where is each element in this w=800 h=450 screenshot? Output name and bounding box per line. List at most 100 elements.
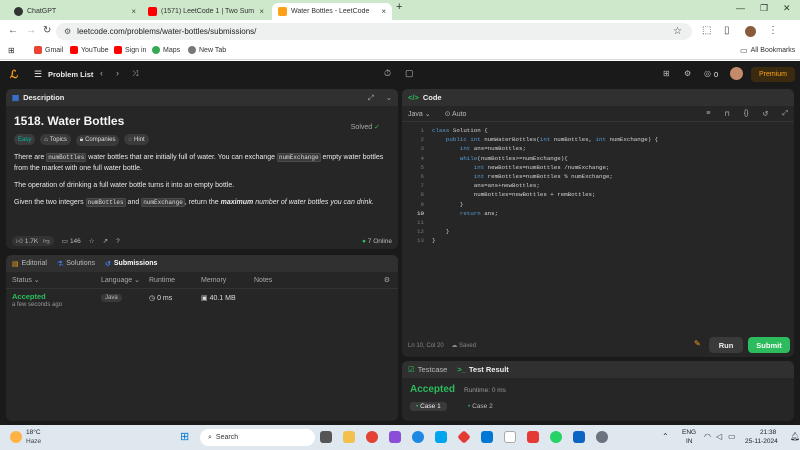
hint-chip[interactable]: ◌ Hint (124, 134, 149, 145)
bookmark-icon[interactable]: ⊓ (724, 110, 729, 118)
clock-time[interactable]: 21:38 (760, 429, 776, 436)
auto-toggle[interactable]: ⊙ Auto (445, 110, 467, 118)
sidebar-icon[interactable]: ▯ (724, 25, 730, 36)
bookmark-star-icon[interactable]: ☆ (673, 26, 682, 37)
reload-icon[interactable]: ↻ (43, 25, 51, 36)
minimize-icon[interactable]: — (736, 3, 745, 13)
all-bookmarks[interactable]: ▭ All Bookmarks (740, 46, 795, 55)
topics-chip[interactable]: ⌂ Topics (40, 134, 71, 145)
tab-code[interactable]: Code (423, 93, 442, 102)
chrome-menu-icon[interactable]: ⋮ (768, 25, 778, 36)
volume-icon[interactable]: ◁ (716, 432, 722, 441)
url-omnibox[interactable]: ⚙ leetcode.com/problems/water-bottles/su… (56, 23, 692, 40)
tab-solutions[interactable]: ⚗ Solutions (57, 260, 95, 268)
fullscreen-icon[interactable]: ⤢ (782, 110, 788, 118)
shuffle-icon[interactable]: ⤨ (132, 69, 138, 79)
wifi-icon[interactable]: ◠ (704, 432, 711, 441)
prev-problem-icon[interactable]: ‹ (100, 68, 103, 78)
problem-title[interactable]: 1518. Water Bottles (14, 114, 390, 128)
settings-gear-icon[interactable]: ⚙ (384, 276, 390, 284)
battery-icon[interactable]: ▭ (728, 432, 736, 441)
browser-tab-leetcode[interactable]: Water Bottles - LeetCode × (272, 3, 392, 20)
thumbs-down-icon[interactable]: 👎︎ (43, 237, 50, 245)
notes-icon[interactable]: ▢ (405, 68, 414, 79)
bookmark-gmail[interactable]: Gmail (34, 46, 63, 54)
whatsapp-icon[interactable] (550, 431, 562, 443)
companies-chip[interactable]: 🔒︎ Companies (75, 134, 120, 146)
apps-icon[interactable]: ⊞ (8, 46, 15, 55)
vscode-icon[interactable] (481, 431, 493, 443)
weather-icon[interactable] (10, 431, 22, 443)
copilot-icon[interactable] (389, 431, 401, 443)
bookmark-newtab[interactable]: New Tab (188, 46, 226, 54)
code-editor[interactable]: 1 class Solution {2 public int numWaterBo… (402, 123, 794, 357)
run-button[interactable]: Run (709, 337, 743, 353)
help-icon[interactable]: ? (116, 238, 120, 245)
profile-avatar[interactable] (745, 26, 756, 37)
submit-button[interactable]: Submit (748, 337, 790, 353)
premium-button[interactable]: Premium (751, 67, 795, 82)
close-window-icon[interactable]: ✕ (783, 3, 791, 14)
all-bookmarks-label: All Bookmarks (750, 47, 796, 54)
edge-icon[interactable] (412, 431, 424, 443)
tab-test-result[interactable]: >_ Test Result (457, 365, 508, 374)
tab-editorial[interactable]: ▤ Editorial (12, 260, 47, 268)
bookmark-maps[interactable]: Maps (152, 46, 180, 54)
collapse-icon[interactable]: ⌄ (386, 93, 392, 102)
close-tab-icon[interactable]: × (259, 7, 264, 16)
maximize-panel-icon[interactable]: ⤢ (368, 93, 374, 103)
extensions-icon[interactable]: ⬚ (702, 25, 711, 36)
close-tab-icon[interactable]: × (131, 7, 136, 16)
case-tab-2[interactable]: • Case 2 (464, 402, 497, 411)
timer-icon[interactable]: ⏱ (384, 68, 391, 79)
reset-icon[interactable]: ↺ (763, 110, 769, 118)
close-tab-icon[interactable]: × (381, 7, 386, 16)
bookmark-signin[interactable]: Sign in (114, 46, 146, 54)
debug-icon[interactable]: ✎ (694, 339, 701, 348)
table-row[interactable]: Accepted a few seconds ago Java ◷ 0 ms ▣… (6, 288, 398, 310)
store-icon[interactable] (435, 431, 447, 443)
tab-submissions[interactable]: ↺ Submissions (105, 260, 157, 268)
layout-icon[interactable]: ⊞ (663, 69, 670, 78)
settings-gear-icon[interactable]: ⚙ (684, 69, 691, 78)
language-indicator[interactable]: ENG (682, 429, 696, 436)
browser-tab-youtube[interactable]: (1571) LeetCode 1 | Two Sum | × (142, 3, 270, 20)
favorite-star-icon[interactable]: ☆ (89, 237, 95, 245)
task-view-icon[interactable] (320, 431, 332, 443)
weather-temp[interactable]: 18°C (26, 429, 41, 436)
share-icon[interactable]: ↗ (103, 237, 108, 245)
col-language[interactable]: Language ⌄ (101, 276, 140, 284)
case-tab-1[interactable]: • Case 1 (410, 402, 447, 411)
windows-start-icon[interactable]: ⊞ (180, 430, 189, 443)
youtube-icon[interactable] (527, 431, 539, 443)
format-icon[interactable]: ≡ (706, 110, 710, 117)
problem-list-link[interactable]: Problem List (48, 70, 93, 79)
chevron-up-icon[interactable]: ⌃ (662, 432, 669, 441)
leetcode-logo-icon[interactable]: ℒ (10, 68, 21, 81)
col-status[interactable]: Status ⌄ (12, 276, 40, 284)
language-select[interactable]: Java ⌄ (408, 110, 431, 118)
browser-tab-chatgpt[interactable]: ChatGPT × (8, 3, 142, 20)
comments-button[interactable]: ▭ 146 (62, 237, 81, 246)
tab-description[interactable]: Description (23, 93, 64, 102)
chrome-icon[interactable] (366, 431, 378, 443)
forward-icon[interactable]: → (26, 25, 36, 36)
submission-status[interactable]: Accepted (12, 292, 46, 301)
notification-bell-icon[interactable]: 🔔︎ (790, 432, 800, 441)
bookmark-youtube[interactable]: YouTube (70, 46, 109, 54)
linkedin-icon[interactable] (573, 431, 585, 443)
tab-testcase[interactable]: ☑ Testcase (408, 365, 447, 374)
file-explorer-icon[interactable] (343, 431, 355, 443)
like-button[interactable]: 👍︎ 1.7K 👎︎ (12, 236, 54, 246)
back-icon[interactable]: ← (8, 25, 18, 36)
user-avatar[interactable] (730, 67, 743, 80)
taskbar-search[interactable]: ⌕ Search (200, 429, 315, 446)
new-tab-button[interactable]: + (396, 1, 402, 13)
calendar-icon[interactable] (504, 431, 516, 443)
braces-icon[interactable]: {} (744, 110, 749, 117)
app-icon[interactable] (457, 430, 471, 444)
site-info-icon[interactable]: ⚙ (64, 27, 71, 36)
maximize-icon[interactable]: ❐ (760, 3, 768, 14)
settings-icon[interactable] (596, 431, 608, 443)
next-problem-icon[interactable]: › (116, 68, 119, 78)
